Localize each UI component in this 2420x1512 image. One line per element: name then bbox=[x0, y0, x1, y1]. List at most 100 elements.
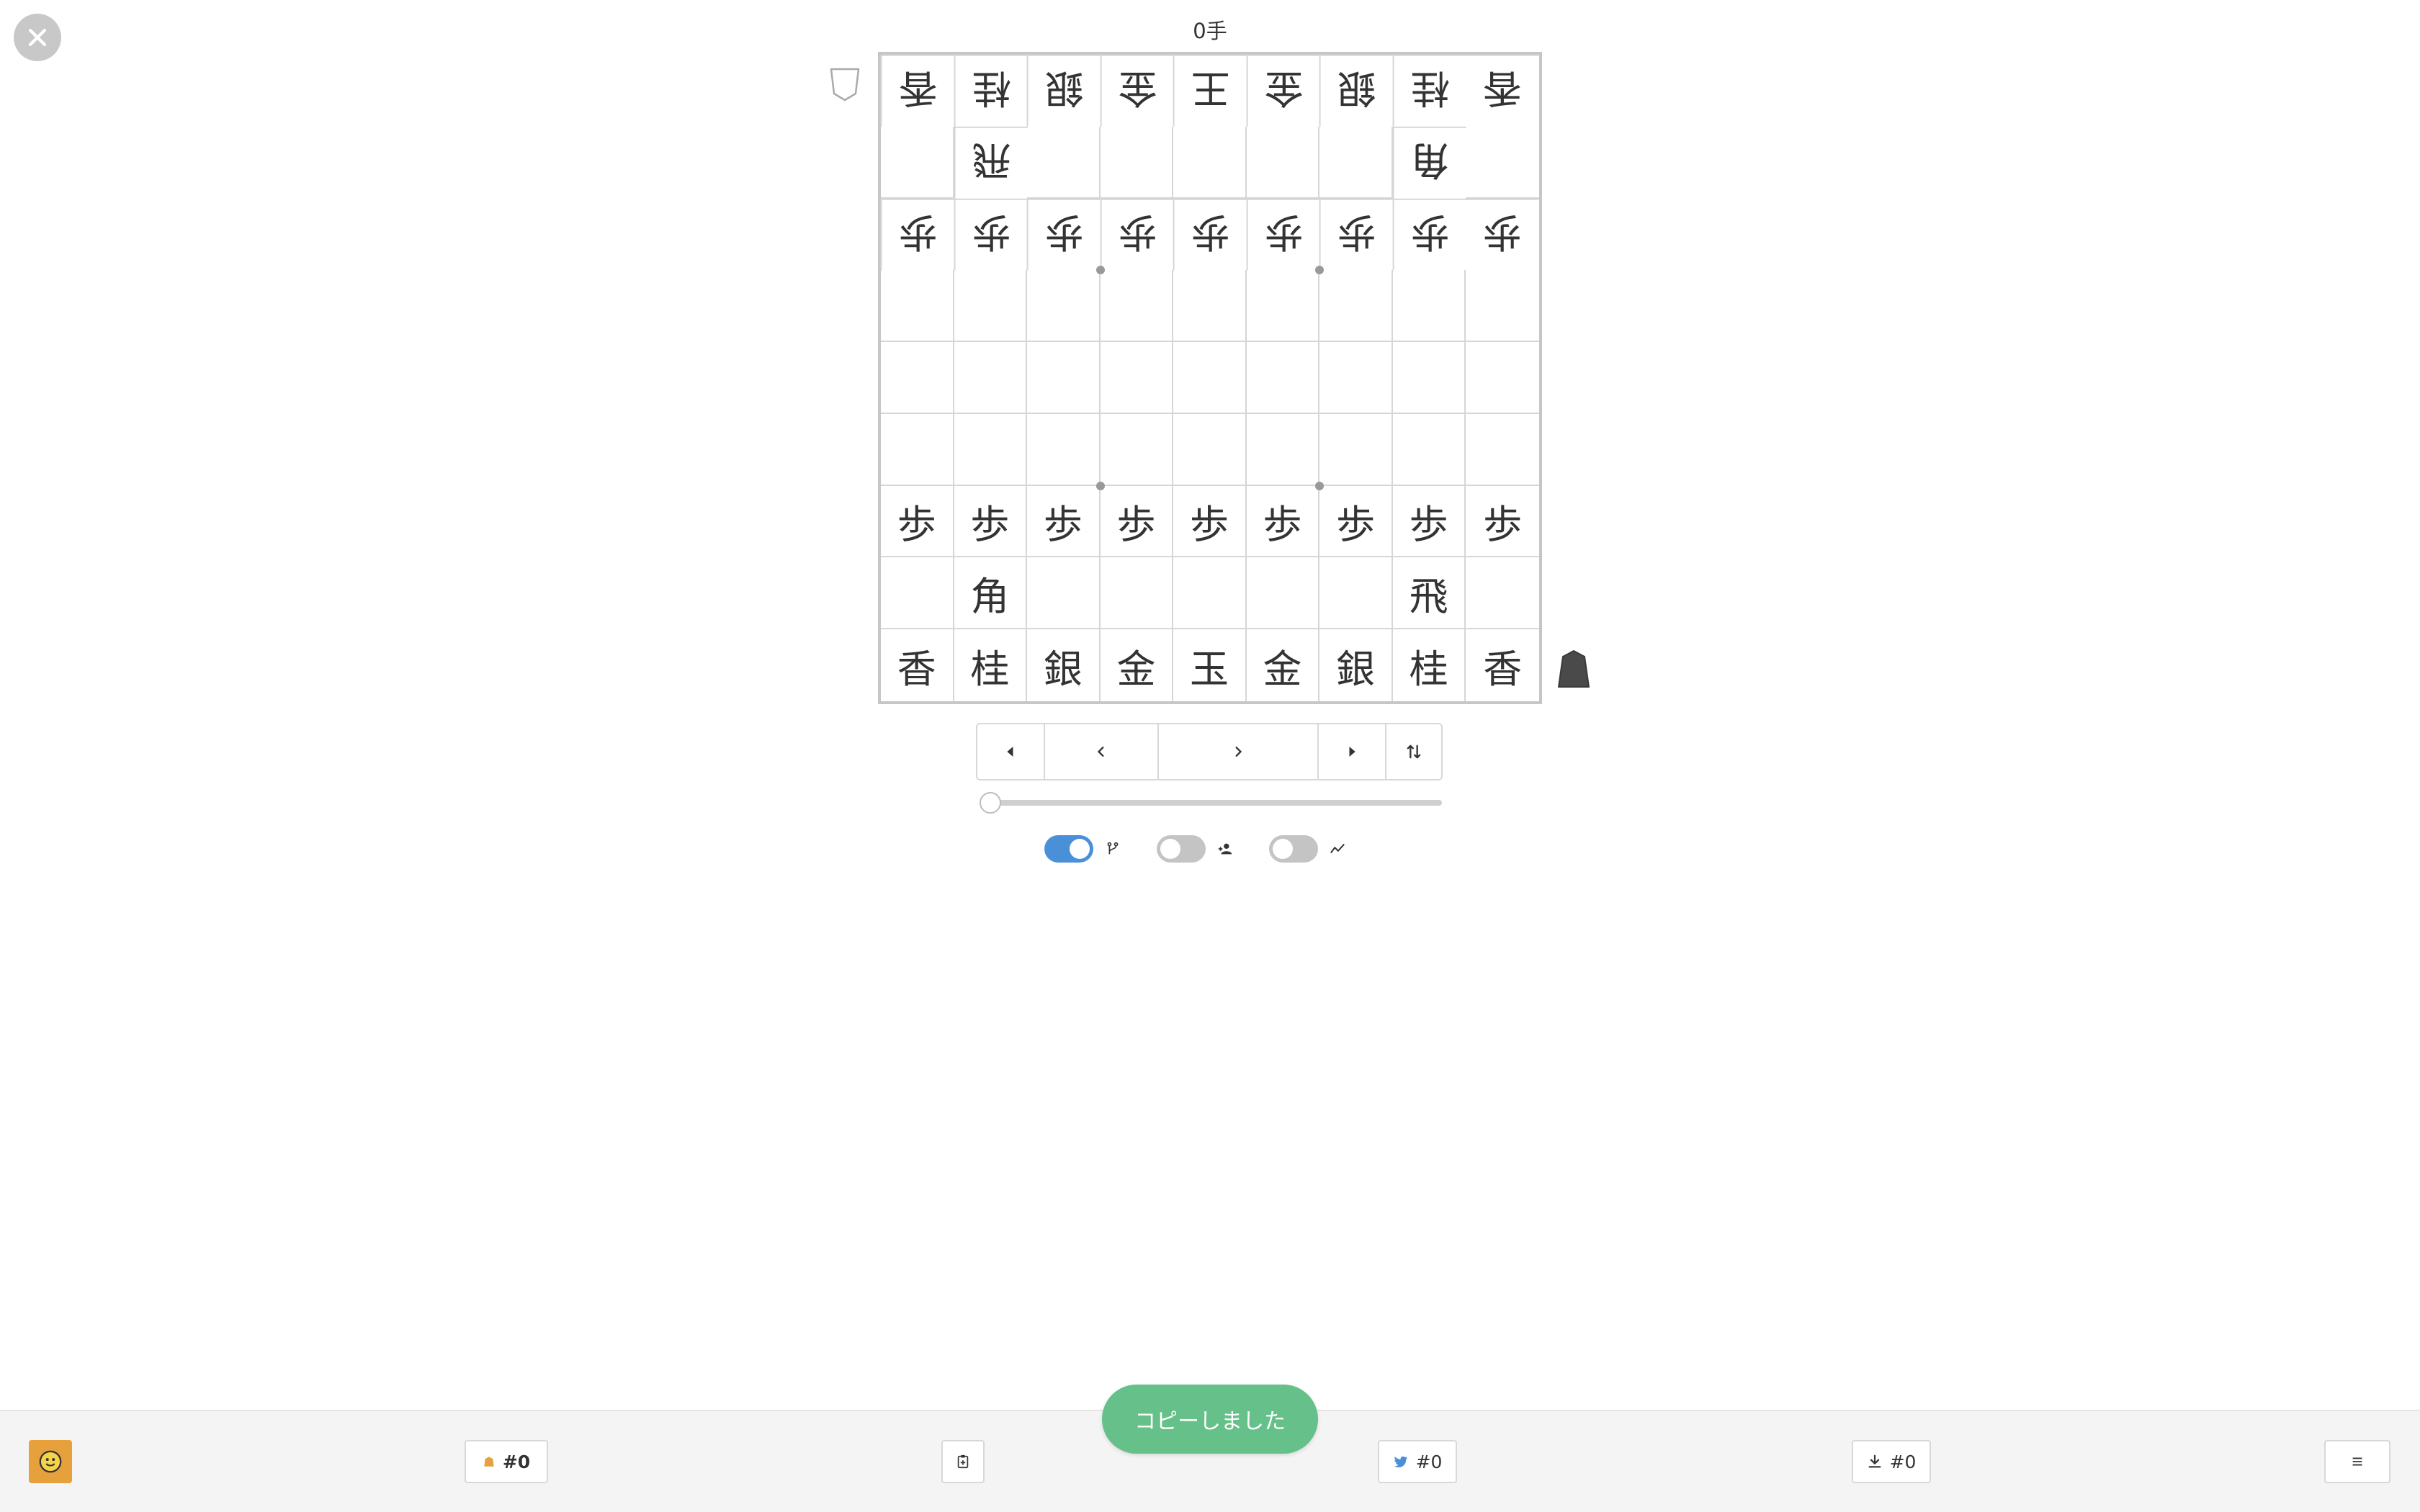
board-square[interactable] bbox=[881, 270, 954, 343]
gote-piece-stand-icon[interactable] bbox=[828, 66, 861, 102]
board-piece[interactable]: 角 bbox=[1392, 126, 1466, 199]
first-move-button[interactable] bbox=[977, 724, 1045, 779]
board-square[interactable] bbox=[1027, 342, 1101, 414]
board-square[interactable] bbox=[1027, 557, 1101, 630]
board-square[interactable] bbox=[1319, 126, 1393, 199]
move-slider[interactable] bbox=[980, 792, 1442, 814]
board-square[interactable] bbox=[1027, 126, 1101, 199]
board-square[interactable] bbox=[1466, 557, 1539, 630]
close-button[interactable] bbox=[14, 14, 61, 61]
board-square[interactable] bbox=[1392, 413, 1466, 486]
chart-toggle[interactable] bbox=[1269, 835, 1318, 863]
board-square[interactable] bbox=[954, 342, 1028, 414]
board-square[interactable] bbox=[1100, 413, 1174, 486]
board-square[interactable] bbox=[1246, 342, 1320, 414]
board-piece[interactable]: 香 bbox=[881, 55, 954, 127]
board-square[interactable] bbox=[881, 126, 954, 199]
board-piece[interactable]: 金 bbox=[1100, 55, 1174, 127]
menu-button[interactable] bbox=[2324, 1440, 2390, 1483]
board-square[interactable] bbox=[1100, 557, 1174, 630]
piece-count-button[interactable]: #0 bbox=[465, 1440, 548, 1483]
board-piece[interactable]: 飛 bbox=[1392, 557, 1466, 630]
board-piece[interactable]: 歩 bbox=[1246, 198, 1320, 271]
board-piece[interactable]: 桂 bbox=[1393, 629, 1466, 701]
board-square[interactable] bbox=[954, 270, 1028, 343]
board-square[interactable] bbox=[954, 413, 1028, 486]
board-square[interactable] bbox=[1392, 342, 1466, 414]
board-square[interactable] bbox=[1246, 413, 1320, 486]
board-piece[interactable]: 銀 bbox=[1027, 55, 1101, 127]
next-move-button[interactable] bbox=[1159, 724, 1319, 779]
board-piece[interactable]: 銀 bbox=[1027, 629, 1101, 701]
board-piece[interactable]: 歩 bbox=[1173, 198, 1247, 271]
board-piece[interactable]: 歩 bbox=[1466, 486, 1539, 558]
avatar-button[interactable] bbox=[29, 1440, 72, 1483]
board-square[interactable] bbox=[1392, 270, 1466, 343]
board-piece[interactable]: 玉 bbox=[1173, 629, 1247, 701]
board-piece[interactable]: 歩 bbox=[1319, 485, 1393, 558]
branch-toggle[interactable] bbox=[1044, 835, 1093, 863]
board-piece[interactable]: 歩 bbox=[1246, 485, 1320, 558]
board-piece[interactable]: 歩 bbox=[954, 485, 1028, 558]
board-piece[interactable]: 桂 bbox=[954, 629, 1028, 701]
board-square[interactable] bbox=[1319, 270, 1393, 343]
board-square[interactable] bbox=[1466, 127, 1539, 199]
board-square[interactable] bbox=[1173, 270, 1247, 343]
board-piece[interactable]: 金 bbox=[1246, 55, 1320, 127]
clipboard-button[interactable] bbox=[941, 1440, 985, 1483]
board-piece[interactable]: 銀 bbox=[1319, 55, 1393, 127]
board-square[interactable] bbox=[1246, 126, 1320, 199]
board-square[interactable] bbox=[1466, 270, 1539, 343]
board-square[interactable] bbox=[1100, 270, 1174, 343]
board-square[interactable] bbox=[1173, 413, 1247, 486]
slider-thumb[interactable] bbox=[980, 792, 1001, 814]
board-square[interactable] bbox=[881, 413, 954, 486]
board-piece[interactable]: 歩 bbox=[1027, 485, 1101, 558]
board-piece[interactable]: 歩 bbox=[1100, 198, 1174, 271]
flip-board-button[interactable] bbox=[1386, 724, 1441, 779]
board-piece[interactable]: 桂 bbox=[1392, 55, 1466, 127]
board-square[interactable] bbox=[1319, 557, 1393, 630]
sente-piece-stand-icon[interactable] bbox=[1556, 648, 1592, 690]
board-square[interactable] bbox=[1319, 413, 1393, 486]
board-piece[interactable]: 香 bbox=[881, 629, 954, 701]
last-move-button[interactable] bbox=[1319, 724, 1386, 779]
board-piece[interactable]: 香 bbox=[1466, 55, 1539, 127]
download-button[interactable]: #0 bbox=[1852, 1440, 1931, 1483]
board-square[interactable] bbox=[1173, 557, 1247, 630]
board-square[interactable] bbox=[1100, 342, 1174, 414]
board-piece[interactable]: 金 bbox=[1247, 629, 1320, 701]
board-piece[interactable]: 歩 bbox=[1100, 485, 1174, 558]
board-square[interactable] bbox=[1173, 342, 1247, 414]
board-square[interactable] bbox=[881, 342, 954, 414]
board-square[interactable] bbox=[1027, 270, 1101, 343]
user-toggle[interactable] bbox=[1157, 835, 1206, 863]
prev-move-button[interactable] bbox=[1045, 724, 1159, 779]
twitter-share-button[interactable]: #0 bbox=[1378, 1440, 1457, 1483]
board-piece[interactable]: 歩 bbox=[954, 198, 1028, 271]
board-square[interactable] bbox=[1027, 413, 1101, 486]
board-piece[interactable]: 歩 bbox=[881, 485, 954, 558]
board-piece[interactable]: 歩 bbox=[1319, 198, 1393, 271]
board-piece[interactable]: 飛 bbox=[954, 126, 1028, 199]
board-piece[interactable]: 歩 bbox=[1466, 198, 1539, 271]
board-piece[interactable]: 桂 bbox=[954, 55, 1028, 127]
board-piece[interactable]: 歩 bbox=[1392, 198, 1466, 271]
board-square[interactable] bbox=[1246, 270, 1320, 343]
board-piece[interactable]: 銀 bbox=[1319, 629, 1393, 701]
board-piece[interactable]: 歩 bbox=[1027, 198, 1101, 271]
board-square[interactable] bbox=[1173, 126, 1247, 199]
board-square[interactable] bbox=[1466, 342, 1539, 414]
board-square[interactable] bbox=[1319, 342, 1393, 414]
board-square[interactable] bbox=[1246, 557, 1320, 630]
board-square[interactable] bbox=[1100, 126, 1174, 199]
board-piece[interactable]: 歩 bbox=[881, 198, 954, 271]
board-piece[interactable]: 角 bbox=[954, 557, 1028, 630]
board-piece[interactable]: 香 bbox=[1466, 629, 1539, 701]
board-piece[interactable]: 歩 bbox=[1392, 485, 1466, 558]
board-square[interactable] bbox=[1466, 414, 1539, 486]
board-square[interactable] bbox=[881, 557, 954, 630]
board-piece[interactable]: 歩 bbox=[1173, 485, 1247, 558]
board-piece[interactable]: 金 bbox=[1101, 629, 1174, 701]
board-piece[interactable]: 王 bbox=[1173, 55, 1247, 127]
